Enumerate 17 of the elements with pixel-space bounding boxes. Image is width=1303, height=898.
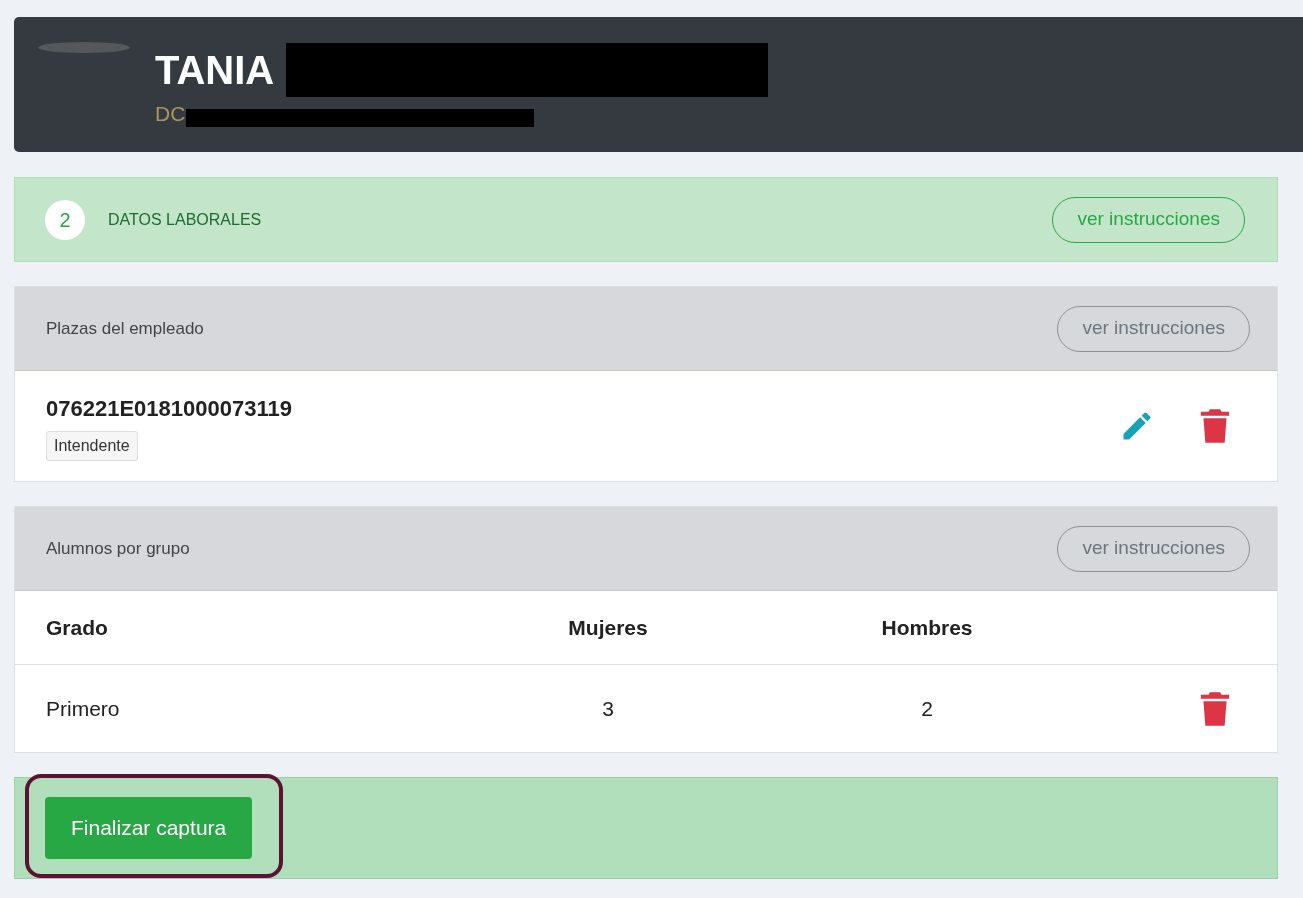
trash-icon[interactable]	[1199, 408, 1231, 444]
step-number: 2	[45, 199, 85, 240]
column-header: Grado	[46, 614, 109, 641]
table-cell-text: 2	[920, 695, 934, 722]
column-header: Mujeres	[567, 614, 649, 641]
employee-id: DC	[155, 101, 186, 127]
finish-button[interactable]: Finalizar captura	[45, 797, 253, 859]
table-cell-text: 3	[601, 695, 615, 722]
section-title: DATOS LABORALES	[108, 209, 262, 230]
position-code: 076221E0181000073119	[46, 394, 292, 423]
employee-name: TANIA	[155, 47, 275, 94]
column-header: Hombres	[880, 614, 974, 641]
position-badge: Intendente	[46, 430, 138, 461]
table-cell-text: Primero	[46, 695, 121, 722]
trash-icon[interactable]	[1199, 690, 1231, 727]
card-title: Plazas del empleado	[46, 317, 204, 340]
card-title: Alumnos por grupo	[46, 537, 190, 560]
